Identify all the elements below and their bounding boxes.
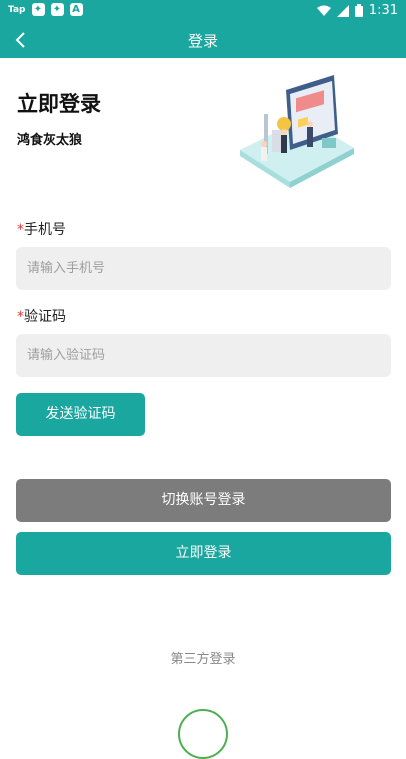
code-label: *验证码 — [17, 306, 66, 326]
code-label-text: 验证码 — [24, 309, 66, 325]
code-input[interactable] — [16, 334, 391, 377]
switch-account-button[interactable]: 切换账号登录 — [16, 479, 391, 522]
phone-label-text: 手机号 — [24, 222, 66, 238]
tap-label: Tap — [8, 4, 26, 15]
clock: 1:31 — [368, 3, 398, 18]
required-mark: * — [17, 222, 24, 238]
business-illustration — [240, 75, 354, 188]
phone-input[interactable] — [16, 247, 391, 290]
wechat-login-icon[interactable] — [178, 709, 228, 759]
send-code-button[interactable]: 发送验证码 — [16, 393, 145, 436]
signal-icon — [336, 4, 349, 17]
notification-icon: ✦ — [50, 3, 64, 16]
status-left: Tap ✦ ✦ A — [8, 3, 83, 16]
status-right: 1:31 — [316, 3, 398, 18]
wifi-icon — [316, 5, 331, 16]
login-subtitle: 鸿食灰太狼 — [17, 133, 83, 148]
phone-label: *手机号 — [17, 219, 66, 239]
status-bar: Tap ✦ ✦ A 1:31 — [0, 0, 406, 22]
app-bar: 登录 — [0, 22, 406, 58]
third-party-title: 第三方登录 — [170, 652, 236, 667]
required-mark: * — [17, 309, 24, 325]
login-headline: 立即登录 — [17, 92, 101, 116]
notification-icon: ✦ — [31, 3, 45, 16]
page-title: 登录 — [187, 32, 218, 50]
login-button[interactable]: 立即登录 — [16, 532, 391, 575]
battery-icon — [354, 4, 363, 17]
app-a-icon: A — [69, 3, 83, 16]
